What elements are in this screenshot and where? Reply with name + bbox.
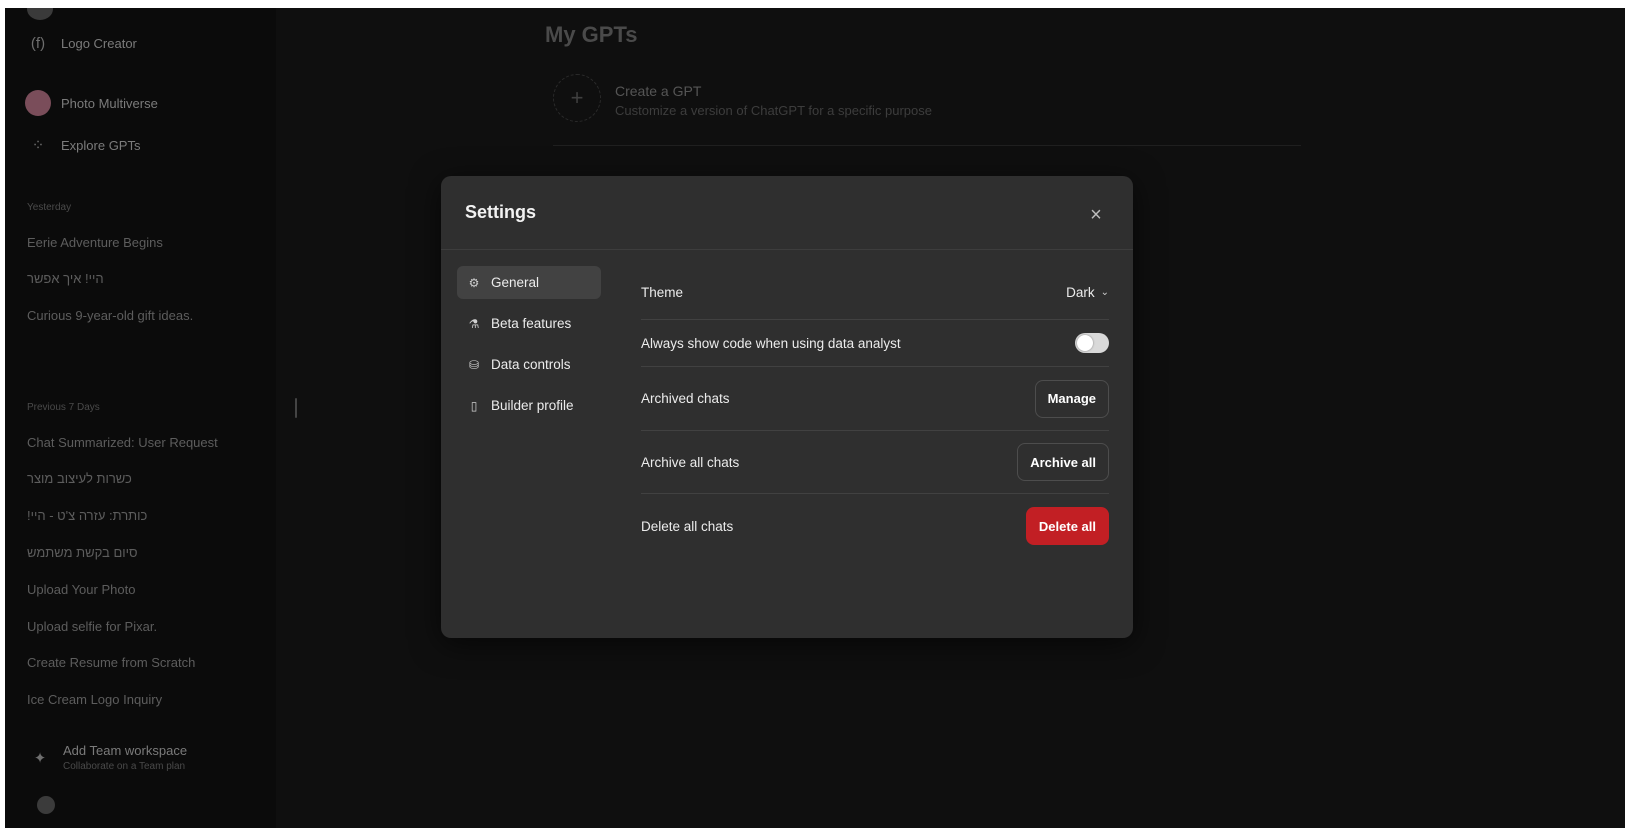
grid-icon: ⁘: [31, 137, 45, 154]
archive-all-button[interactable]: Archive all: [1017, 443, 1109, 481]
code-toggle-label: Always show code when using data analyst: [641, 335, 901, 351]
settings-nav: ⚙ General ⚗ Beta features ⛁ Data control…: [457, 266, 601, 430]
id-card-icon: ▯: [470, 398, 478, 413]
dialog-header: Settings ×: [441, 176, 1133, 250]
app-window: (f) Logo Creator Photo Multiverse ⁘ Expl…: [5, 8, 1625, 828]
chat-item[interactable]: Create Resume from Scratch: [27, 655, 195, 670]
delete-all-row: Delete all chats Delete all: [641, 494, 1109, 558]
plus-icon: +: [553, 74, 601, 122]
chevron-down-icon: ⌄: [1100, 287, 1109, 298]
chat-item[interactable]: Ice Cream Logo Inquiry: [27, 692, 162, 707]
sidebar: (f) Logo Creator Photo Multiverse ⁘ Expl…: [5, 8, 276, 828]
delete-all-button[interactable]: Delete all: [1025, 507, 1109, 545]
tab-general[interactable]: ⚙ General: [457, 266, 601, 299]
chat-item[interactable]: Eerie Adventure Begins: [27, 235, 163, 250]
chat-item[interactable]: Upload selfie for Pixar.: [27, 619, 157, 634]
tab-beta-features[interactable]: ⚗ Beta features: [457, 307, 601, 340]
chat-item[interactable]: Upload Your Photo: [27, 582, 135, 597]
sidebar-item-photo-multiverse[interactable]: Photo Multiverse: [25, 88, 158, 118]
settings-dialog: Settings × ⚙ General ⚗ Beta features ⛁ D…: [441, 176, 1133, 638]
tab-data-controls[interactable]: ⛁ Data controls: [457, 348, 601, 381]
chat-item[interactable]: Chat Summarized: User Request: [27, 435, 218, 450]
theme-row: Theme Dark ⌄: [641, 266, 1109, 320]
database-icon: ⛁: [468, 357, 480, 372]
code-toggle-row: Always show code when using data analyst: [641, 320, 1109, 367]
sidebar-resize-handle[interactable]: [295, 398, 297, 418]
toggle-knob: [1077, 335, 1093, 351]
theme-label: Theme: [641, 285, 684, 300]
sparkle-icon: ✦: [33, 750, 47, 767]
close-icon: ×: [1090, 203, 1102, 226]
tab-label: Beta features: [491, 316, 572, 331]
chat-item[interactable]: היי! איך אפשר: [27, 271, 104, 286]
archived-chats-label: Archived chats: [641, 391, 730, 406]
general-settings-panel: Theme Dark ⌄ Always show code when using…: [641, 266, 1109, 558]
create-gpt-item[interactable]: + Create a GPT Customize a version of Ch…: [553, 74, 1301, 146]
sidebar-item-label: Photo Multiverse: [61, 95, 158, 111]
page-title: My GPTs: [545, 22, 638, 47]
archived-chats-row: Archived chats Manage: [641, 367, 1109, 431]
gear-icon: ⚙: [468, 275, 480, 290]
section-label-yesterday: Yesterday: [27, 202, 72, 213]
sidebar-item-label: Explore GPTs: [61, 137, 141, 153]
logo-creator-icon: (f): [30, 34, 46, 52]
theme-value: Dark: [1066, 285, 1095, 300]
tab-label: General: [491, 275, 540, 290]
delete-all-label: Delete all chats: [641, 518, 734, 534]
sidebar-item-label: Logo Creator: [61, 35, 137, 51]
tab-label: Data controls: [491, 357, 571, 372]
section-label-previous-7-days: Previous 7 Days: [27, 402, 100, 413]
close-button[interactable]: ×: [1081, 200, 1111, 230]
chat-item[interactable]: כותרת: עזרה צ'ט - היי!: [27, 508, 147, 523]
sidebar-item-logo-creator[interactable]: (f) Logo Creator: [25, 28, 137, 58]
dialog-title: Settings: [465, 202, 537, 222]
sidebar-item-explore-gpts[interactable]: ⁘ Explore GPTs: [25, 130, 141, 160]
team-title: Add Team workspace: [63, 743, 188, 758]
create-gpt-subtitle: Customize a version of ChatGPT for a spe…: [615, 103, 932, 118]
manage-button[interactable]: Manage: [1034, 379, 1109, 418]
chat-item[interactable]: כשרות לעיצוב מוצר: [27, 471, 132, 486]
chat-item[interactable]: סיום בקשת משתמש: [27, 545, 138, 560]
chat-item[interactable]: Curious 9-year-old gift ideas.: [27, 308, 193, 323]
theme-select[interactable]: Dark ⌄: [1066, 285, 1109, 300]
team-subtitle: Collaborate on a Team plan: [63, 761, 186, 772]
add-team-workspace-button[interactable]: ✦ Add Team workspace Collaborate on a Te…: [27, 743, 187, 772]
create-gpt-title: Create a GPT: [615, 83, 702, 99]
photo-multiverse-avatar: [25, 90, 51, 116]
flask-icon: ⚗: [468, 316, 480, 331]
code-toggle[interactable]: [1075, 333, 1109, 353]
archive-all-row: Archive all chats Archive all: [641, 431, 1109, 494]
sidebar-top-avatar[interactable]: [27, 8, 53, 20]
archive-all-label: Archive all chats: [641, 454, 740, 470]
tab-label: Builder profile: [491, 398, 574, 413]
tab-builder-profile[interactable]: ▯ Builder profile: [457, 389, 601, 422]
user-avatar[interactable]: [37, 796, 55, 814]
